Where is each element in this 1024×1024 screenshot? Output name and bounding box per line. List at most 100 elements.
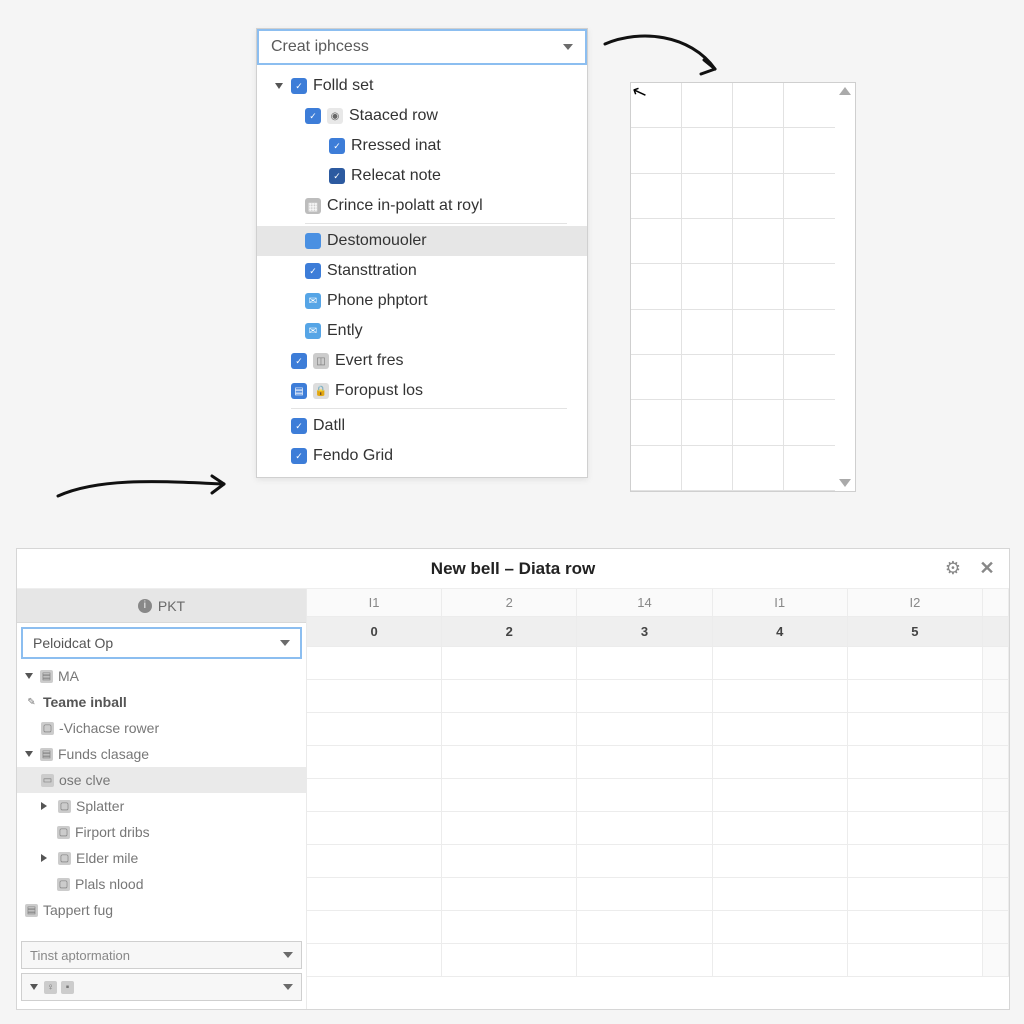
tree-label: Elder mile <box>76 850 138 866</box>
table-row[interactable] <box>307 878 1009 911</box>
mini-cell[interactable] <box>682 128 733 173</box>
mini-cell[interactable] <box>733 355 784 400</box>
mini-cell[interactable] <box>682 355 733 400</box>
table-row[interactable] <box>307 911 1009 944</box>
tree-item-ently[interactable]: Ently <box>257 316 587 346</box>
mini-cell[interactable] <box>631 219 682 264</box>
col-header[interactable]: I1 <box>713 589 848 617</box>
tree-item-vichacse[interactable]: ▢ -Vichacse rower <box>17 715 306 741</box>
mini-cell[interactable] <box>631 128 682 173</box>
tree-item-staaced-row[interactable]: Staaced row <box>257 101 587 131</box>
mini-cell[interactable] <box>631 174 682 219</box>
tree-item-plals[interactable]: ▢ Plals nlood <box>17 871 306 897</box>
mini-cell[interactable] <box>682 446 733 491</box>
mini-cell[interactable] <box>682 400 733 445</box>
mini-cell[interactable] <box>682 219 733 264</box>
tree-label: Teame inball <box>43 694 127 710</box>
col-header[interactable]: 4 <box>713 617 848 647</box>
tree-item-foropust[interactable]: Foropust los <box>257 376 587 406</box>
scroll-up-icon[interactable] <box>839 87 851 95</box>
sidebar-tab-pkt[interactable]: PKT <box>17 589 306 623</box>
mini-cell[interactable] <box>682 174 733 219</box>
mini-cell[interactable] <box>784 128 835 173</box>
scroll-down-icon[interactable] <box>839 479 851 487</box>
mini-cell[interactable] <box>784 174 835 219</box>
tree-item-stansttration[interactable]: Stansttration <box>257 256 587 286</box>
mini-scrollbar[interactable] <box>835 83 855 491</box>
col-header[interactable]: 2 <box>442 589 577 617</box>
col-header[interactable]: I1 <box>307 589 442 617</box>
tree-item-splatter[interactable]: ▢ Splatter <box>17 793 306 819</box>
mini-cell[interactable] <box>784 400 835 445</box>
mini-cell[interactable] <box>631 264 682 309</box>
table-row[interactable] <box>307 944 1009 977</box>
divider <box>305 223 567 224</box>
select-label: Tinst aptormation <box>30 948 130 963</box>
tree-item-elder-mile[interactable]: ▢ Elder mile <box>17 845 306 871</box>
table-row[interactable] <box>307 680 1009 713</box>
mini-grid <box>630 82 856 492</box>
tree-item-crince[interactable]: Crince in-polatt at royl <box>257 191 587 221</box>
tree-item-ma[interactable]: ▤ MA <box>17 663 306 689</box>
create-process-dropdown[interactable]: Creat iphcess <box>257 29 587 65</box>
data-row-panel: New bell – Diata row PKT Peloidcat Op ▤ … <box>16 548 1010 1010</box>
mini-cell[interactable] <box>733 128 784 173</box>
mini-cell[interactable] <box>682 264 733 309</box>
mini-cell[interactable] <box>631 400 682 445</box>
tinst-select[interactable]: Tinst aptormation <box>21 941 302 969</box>
tree-item-evert-fres[interactable]: Evert fres <box>257 346 587 376</box>
tree-item-ose-clve[interactable]: ▭ ose clve <box>17 767 306 793</box>
mini-cell[interactable] <box>784 83 835 128</box>
tree-item-fendo-grid[interactable]: Fendo Grid <box>257 441 587 471</box>
table-row[interactable] <box>307 746 1009 779</box>
table-row[interactable] <box>307 845 1009 878</box>
top-section: Creat iphcess Folld set Staaced row Rres… <box>0 0 1024 520</box>
mini-cell[interactable] <box>682 83 733 128</box>
table-row[interactable] <box>307 812 1009 845</box>
mini-cell[interactable] <box>631 446 682 491</box>
icons-select[interactable]: ♀ ▪ <box>21 973 302 1001</box>
tree-label: Splatter <box>76 798 124 814</box>
col-header[interactable]: 0 <box>307 617 442 647</box>
tree-item-tappert[interactable]: ▤ Tappert fug <box>17 897 306 923</box>
col-header[interactable]: 5 <box>848 617 983 647</box>
mini-cell[interactable] <box>733 264 784 309</box>
col-header[interactable]: 3 <box>577 617 712 647</box>
mini-cell[interactable] <box>733 310 784 355</box>
tree-label: Crince in-polatt at royl <box>327 197 483 215</box>
tree-item-relecat-note[interactable]: Relecat note <box>257 161 587 191</box>
tree-item-teame-inball[interactable]: ✎ Teame inball <box>17 689 306 715</box>
dropdown-label: Creat iphcess <box>271 38 369 56</box>
arrow-bottom-left <box>52 460 242 515</box>
tree-item-folld-set[interactable]: Folld set <box>257 71 587 101</box>
shield-icon <box>329 138 345 154</box>
mini-cell[interactable] <box>784 264 835 309</box>
mini-cell[interactable] <box>733 400 784 445</box>
peloidcat-select[interactable]: Peloidcat Op <box>21 627 302 659</box>
gear-icon[interactable] <box>943 559 963 579</box>
mini-cell[interactable] <box>784 310 835 355</box>
col-header[interactable]: I2 <box>848 589 983 617</box>
col-header[interactable]: 14 <box>577 589 712 617</box>
tree-item-rressed-inat[interactable]: Rressed inat <box>257 131 587 161</box>
table-row[interactable] <box>307 647 1009 680</box>
table-row[interactable] <box>307 779 1009 812</box>
mini-cell[interactable] <box>784 355 835 400</box>
mini-cell[interactable] <box>631 355 682 400</box>
tree-item-firport[interactable]: ▢ Firport dribs <box>17 819 306 845</box>
mini-cell[interactable] <box>682 310 733 355</box>
mini-cell[interactable] <box>733 219 784 264</box>
tree-item-phone[interactable]: Phone phptort <box>257 286 587 316</box>
mini-cell[interactable] <box>733 446 784 491</box>
col-header[interactable]: 2 <box>442 617 577 647</box>
mini-cell[interactable] <box>784 219 835 264</box>
mini-cell[interactable] <box>784 446 835 491</box>
tree-item-datll[interactable]: Datll <box>257 411 587 441</box>
tree-item-funds[interactable]: ▤ Funds clasage <box>17 741 306 767</box>
tree-item-destomouoler[interactable]: Destomouoler <box>257 226 587 256</box>
mini-cell[interactable] <box>733 83 784 128</box>
close-icon[interactable] <box>977 559 997 579</box>
mini-cell[interactable] <box>631 310 682 355</box>
mini-cell[interactable] <box>733 174 784 219</box>
table-row[interactable] <box>307 713 1009 746</box>
